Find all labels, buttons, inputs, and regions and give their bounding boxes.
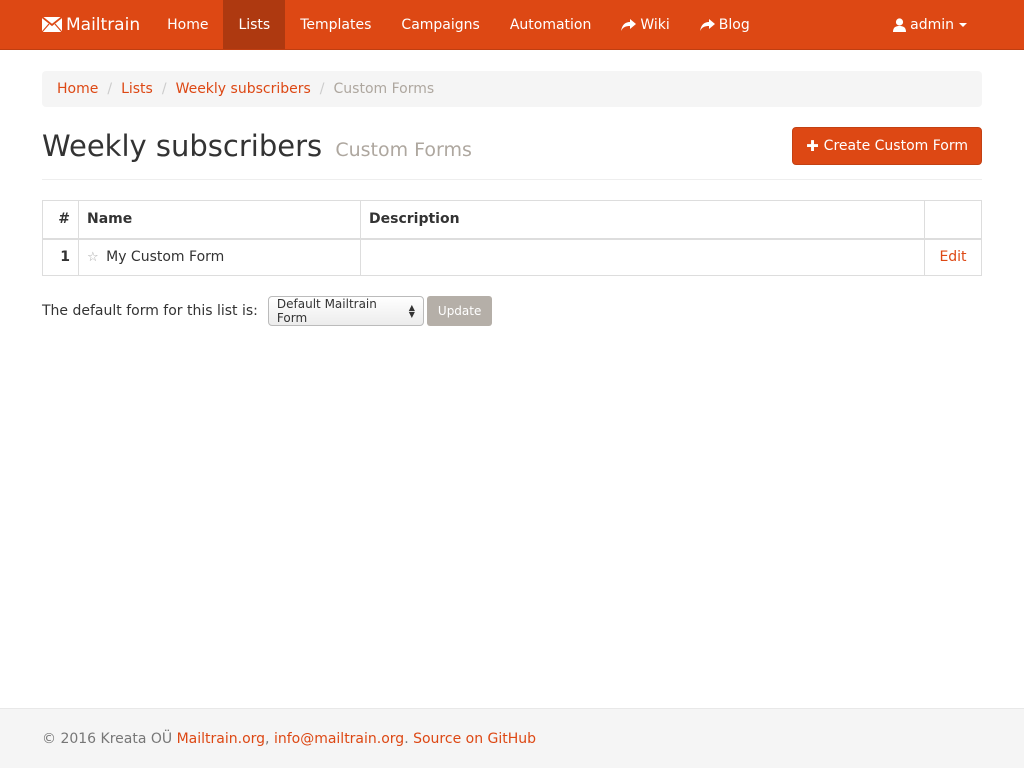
select-arrows-icon: ▲ ▼ (408, 303, 415, 319)
nav-campaigns[interactable]: Campaigns (386, 0, 494, 49)
star-icon[interactable]: ☆ (87, 250, 99, 265)
update-button[interactable]: Update (426, 296, 493, 326)
nav-wiki[interactable]: Wiki (606, 0, 684, 49)
default-form-select[interactable]: Default Mailtrain Form ▲ ▼ (267, 296, 424, 326)
breadcrumb-separator: / (319, 81, 325, 97)
table-row: 1 ☆ My Custom Form Edit (42, 238, 982, 276)
plus-icon: ✚ (806, 137, 819, 155)
col-header-actions (924, 200, 982, 240)
edit-link[interactable]: Edit (939, 249, 966, 265)
nav-automation[interactable]: Automation (495, 0, 607, 49)
breadcrumb-list[interactable]: Weekly subscribers (176, 81, 311, 97)
custom-forms-table: # Name Description 1 ☆ My Custom Form Ed… (42, 200, 982, 276)
footer-copyright: © 2016 Kreata OÜ (42, 730, 173, 747)
nav-blog[interactable]: Blog (685, 0, 765, 49)
row-name: My Custom Form (106, 249, 225, 266)
nav-wiki-label: Wiki (640, 16, 670, 33)
nav-lists[interactable]: Lists (223, 0, 286, 49)
footer-period: . (404, 730, 409, 747)
col-header-name: Name (78, 200, 361, 240)
default-form-section: The default form for this list is: Defau… (42, 296, 982, 326)
footer-email-link[interactable]: info@mailtrain.org (274, 731, 404, 747)
breadcrumb: Home / Lists / Weekly subscribers / Cust… (42, 71, 982, 107)
row-actions: Edit (924, 238, 982, 276)
user-icon (893, 17, 907, 32)
top-navbar: Mailtrain Home Lists Templates Campaigns… (0, 0, 1024, 50)
default-form-selected: Default Mailtrain Form (276, 297, 377, 325)
main-container: Home / Lists / Weekly subscribers / Cust… (0, 71, 1024, 326)
caret-down-icon (959, 22, 967, 27)
col-header-description: Description (360, 200, 925, 240)
envelope-icon (42, 17, 62, 32)
page-title-text: Weekly subscribers (42, 129, 323, 163)
create-custom-form-label: Create Custom Form (823, 138, 968, 154)
user-name: admin (910, 16, 954, 33)
nav-blog-label: Blog (718, 16, 750, 33)
breadcrumb-separator: / (161, 81, 167, 97)
page-title: Weekly subscribers Custom Forms (42, 129, 472, 163)
footer: © 2016 Kreata OÜ Mailtrain.org, info@mai… (0, 708, 1024, 768)
row-description (360, 238, 925, 276)
nav-templates[interactable]: Templates (285, 0, 386, 49)
main-nav: Home Lists Templates Campaigns Automatio… (152, 0, 765, 49)
footer-separator: , (265, 730, 270, 747)
breadcrumb-lists[interactable]: Lists (121, 81, 153, 97)
table-header-row: # Name Description (42, 200, 982, 240)
breadcrumb-home[interactable]: Home (57, 81, 98, 97)
create-custom-form-button[interactable]: ✚ Create Custom Form (792, 127, 982, 165)
brand-name: Mailtrain (66, 14, 141, 35)
nav-home[interactable]: Home (152, 0, 223, 49)
page-subtitle: Custom Forms (335, 139, 472, 161)
share-arrow-icon (621, 18, 637, 31)
default-form-label: The default form for this list is: (42, 303, 258, 319)
brand-link[interactable]: Mailtrain (42, 0, 140, 49)
col-header-number: # (42, 200, 79, 240)
row-name-cell: ☆ My Custom Form (78, 238, 361, 276)
share-arrow-icon (699, 18, 715, 31)
breadcrumb-current: Custom Forms (333, 81, 435, 97)
breadcrumb-separator: / (107, 81, 113, 97)
footer-github-link[interactable]: Source on GitHub (413, 731, 536, 747)
row-number: 1 (42, 238, 79, 276)
page-header: Weekly subscribers Custom Forms ✚ Create… (42, 127, 982, 180)
user-menu-toggle[interactable]: admin (878, 0, 982, 49)
footer-mailtrain-link[interactable]: Mailtrain.org (177, 731, 265, 747)
user-nav: admin (878, 0, 982, 49)
